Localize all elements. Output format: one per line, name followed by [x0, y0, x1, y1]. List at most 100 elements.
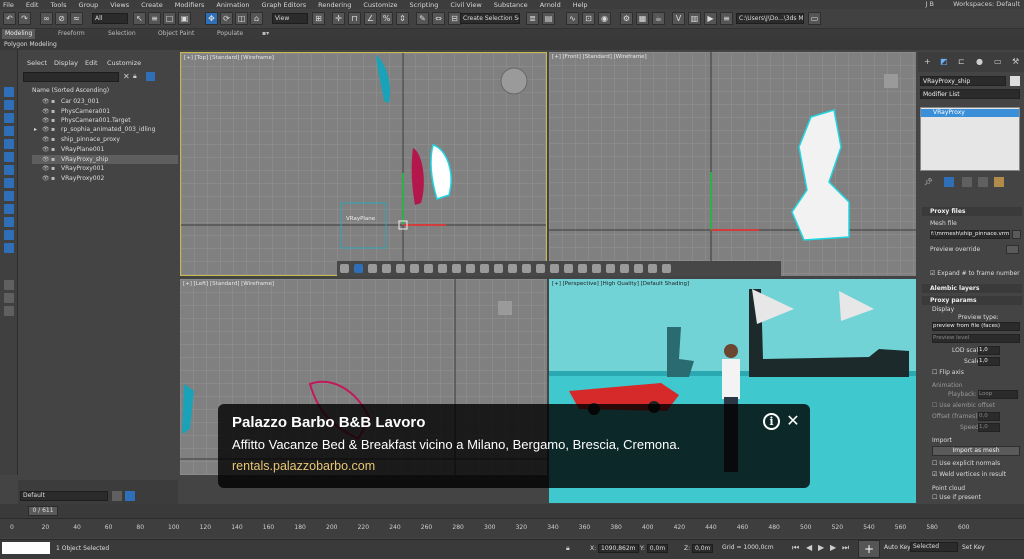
flip-axis-checkbox[interactable]: ☐ Flip axis	[932, 369, 964, 376]
preview-type-dropdown[interactable]: preview from file (faces)	[932, 322, 1020, 331]
leaf-icon[interactable]	[578, 264, 587, 273]
menu-customize[interactable]: Customize	[363, 1, 397, 9]
offset-spinner[interactable]: 0,0	[978, 412, 1000, 421]
place-icon[interactable]: ⌂	[250, 12, 263, 25]
z-coordinate[interactable]: Z: 0,0m	[684, 544, 714, 554]
scene-item[interactable]: 👁︎ ▪ PhysCamera001.Target	[32, 116, 178, 125]
settings-icon[interactable]	[620, 264, 629, 273]
curve-editor-icon[interactable]: ∿	[566, 12, 579, 25]
undo-icon[interactable]: ↶	[3, 12, 16, 25]
scene-item[interactable]: 👁︎ ▪ VRayProxy002	[32, 174, 178, 183]
percent-snap-icon[interactable]: %	[380, 12, 393, 25]
motion-tab-icon[interactable]: ●	[976, 57, 983, 66]
menu-rendering[interactable]: Rendering	[318, 1, 351, 9]
use-if-present-checkbox[interactable]: ☐ Use if present	[932, 494, 981, 501]
export-icon[interactable]	[648, 264, 657, 273]
redo-icon[interactable]: ↷	[18, 12, 31, 25]
project-path-dropdown[interactable]: C:\Users\J\Do...\3ds Max 202	[736, 13, 804, 24]
vray-lister-icon[interactable]: ≡	[720, 12, 733, 25]
layer-stack-icon[interactable]	[112, 491, 122, 501]
rectangle-selection-icon[interactable]: □	[163, 12, 176, 25]
scene-item[interactable]: 👁︎ ▪ Car 023_001	[32, 97, 178, 106]
tab-freeform[interactable]: Freeform	[58, 30, 85, 37]
mesh-file-field[interactable]: f:\mrmesh\ship_pinnace.vrmesh	[930, 230, 1010, 239]
filter-containers-icon[interactable]	[4, 243, 14, 253]
time-slider-bar[interactable]	[0, 504, 1024, 518]
previous-frame-icon[interactable]: ◀	[806, 543, 812, 552]
menu-civil-view[interactable]: Civil View	[450, 1, 481, 9]
material-editor-icon[interactable]: ◉	[598, 12, 611, 25]
filter-cameras-icon[interactable]	[4, 165, 14, 175]
ad-title[interactable]: Palazzo Barbo B&B Lavoro	[232, 414, 425, 431]
object-color-swatch[interactable]	[1010, 76, 1020, 86]
next-frame-icon[interactable]: ▶	[830, 543, 836, 552]
pivot-center-icon[interactable]: ⊞	[312, 12, 325, 25]
polygon-modeling-tab[interactable]: Polygon Modeling	[4, 41, 57, 48]
name-column-header[interactable]: Name (Sorted Ascending)	[32, 87, 109, 94]
workspaces-dropdown[interactable]: Workspaces: Default	[953, 0, 1020, 8]
lock-icon[interactable]: 🔒︎	[133, 72, 137, 81]
proxy-icon[interactable]	[466, 264, 475, 273]
menu-tools[interactable]: Tools	[50, 1, 66, 9]
unlink-icon[interactable]: ⊘	[55, 12, 68, 25]
volume-icon[interactable]	[494, 264, 503, 273]
filter-space-warps-icon[interactable]	[4, 191, 14, 201]
edit-named-selection-icon[interactable]: ✎	[416, 12, 429, 25]
preview-override-button[interactable]	[1006, 245, 1019, 254]
filter-xrefs-icon[interactable]	[4, 217, 14, 227]
spinner-snap-icon[interactable]: ⇕	[396, 12, 409, 25]
ad-description[interactable]: Affitto Vacanze Bed & Breakfast vicino a…	[232, 437, 680, 452]
go-to-end-icon[interactable]: ⏭	[842, 543, 849, 553]
spot-light-icon[interactable]	[396, 264, 405, 273]
schematic-view-icon[interactable]: ⊡	[582, 12, 595, 25]
window-crossing-icon[interactable]: ▣	[178, 12, 191, 25]
project-folder-icon[interactable]: ▭	[808, 12, 821, 25]
layer-dropdown[interactable]: Default	[20, 491, 108, 501]
physical-camera-icon[interactable]	[522, 264, 531, 273]
display-none-icon[interactable]	[4, 87, 14, 97]
material-sphere-icon[interactable]	[592, 264, 601, 273]
scene-menu-select[interactable]: Select	[27, 59, 47, 67]
vray-interactive-icon[interactable]: ▶	[704, 12, 717, 25]
scene-item[interactable]: ▸ 👁︎ ▪ rp_sophia_animated_003_idling	[32, 125, 178, 134]
modifier-list-dropdown[interactable]: Modifier List	[920, 89, 1020, 99]
modifier-stack-item[interactable]: VRayProxy	[921, 109, 1019, 117]
scene-item[interactable]: 👁︎ ▪ VRayProxy001	[32, 164, 178, 173]
sun-icon[interactable]	[508, 264, 517, 273]
display-invert-icon[interactable]	[4, 113, 14, 123]
modify-tab-icon[interactable]: ◩	[940, 57, 948, 66]
scene-item[interactable]: 👁︎ ▪ PhysCamera001	[32, 107, 178, 116]
menu-views[interactable]: Views	[110, 1, 129, 9]
preview-level-dropdown[interactable]: Preview level	[932, 334, 1020, 343]
user-account[interactable]: J B	[926, 0, 934, 8]
clear-search-icon[interactable]: ✕	[123, 72, 130, 81]
frame-buffer-icon[interactable]	[368, 264, 377, 273]
filter-frozen-icon[interactable]	[4, 280, 14, 290]
select-object-icon[interactable]: ↖	[133, 12, 146, 25]
menu-help[interactable]: Help	[573, 1, 588, 9]
filter-selected-icon[interactable]	[4, 306, 14, 316]
mesh-light-icon[interactable]	[550, 264, 559, 273]
speed-spinner[interactable]: 1,0	[978, 423, 1000, 432]
menu-file[interactable]: File	[3, 1, 14, 9]
hierarchy-tab-icon[interactable]: ⊏	[958, 57, 965, 66]
tab-modeling[interactable]: Modeling	[2, 29, 36, 39]
use-alembic-offset-checkbox[interactable]: ☐ Use alembic offset	[932, 402, 995, 409]
menu-arnold[interactable]: Arnold	[540, 1, 561, 9]
proxy-params-rollout[interactable]: Proxy params	[922, 296, 1022, 305]
time-slider[interactable]: 0 / 611	[28, 506, 58, 516]
ad-close-icon[interactable]: ✕	[784, 412, 802, 430]
auto-key-button[interactable]: Auto Key	[884, 544, 911, 551]
import-as-mesh-button[interactable]: Import as mesh	[932, 446, 1020, 456]
display-tab-icon[interactable]: ▭	[994, 57, 1002, 66]
color-icon[interactable]	[634, 264, 643, 273]
filter-lights-icon[interactable]	[4, 152, 14, 162]
alembic-layers-rollout[interactable]: Alembic layers	[922, 284, 1022, 293]
ad-banner[interactable]: Palazzo Barbo B&B Lavoro Affitto Vacanze…	[218, 404, 810, 488]
scene-menu-customize[interactable]: Customize	[107, 59, 141, 67]
scene-menu-edit[interactable]: Edit	[85, 59, 98, 67]
ad-info-icon[interactable]: i	[763, 413, 780, 430]
expand-frame-checkbox[interactable]: ☑ Expand # to frame number	[930, 270, 1020, 277]
tab-populate[interactable]: Populate	[217, 30, 243, 37]
menu-animation[interactable]: Animation	[216, 1, 249, 9]
